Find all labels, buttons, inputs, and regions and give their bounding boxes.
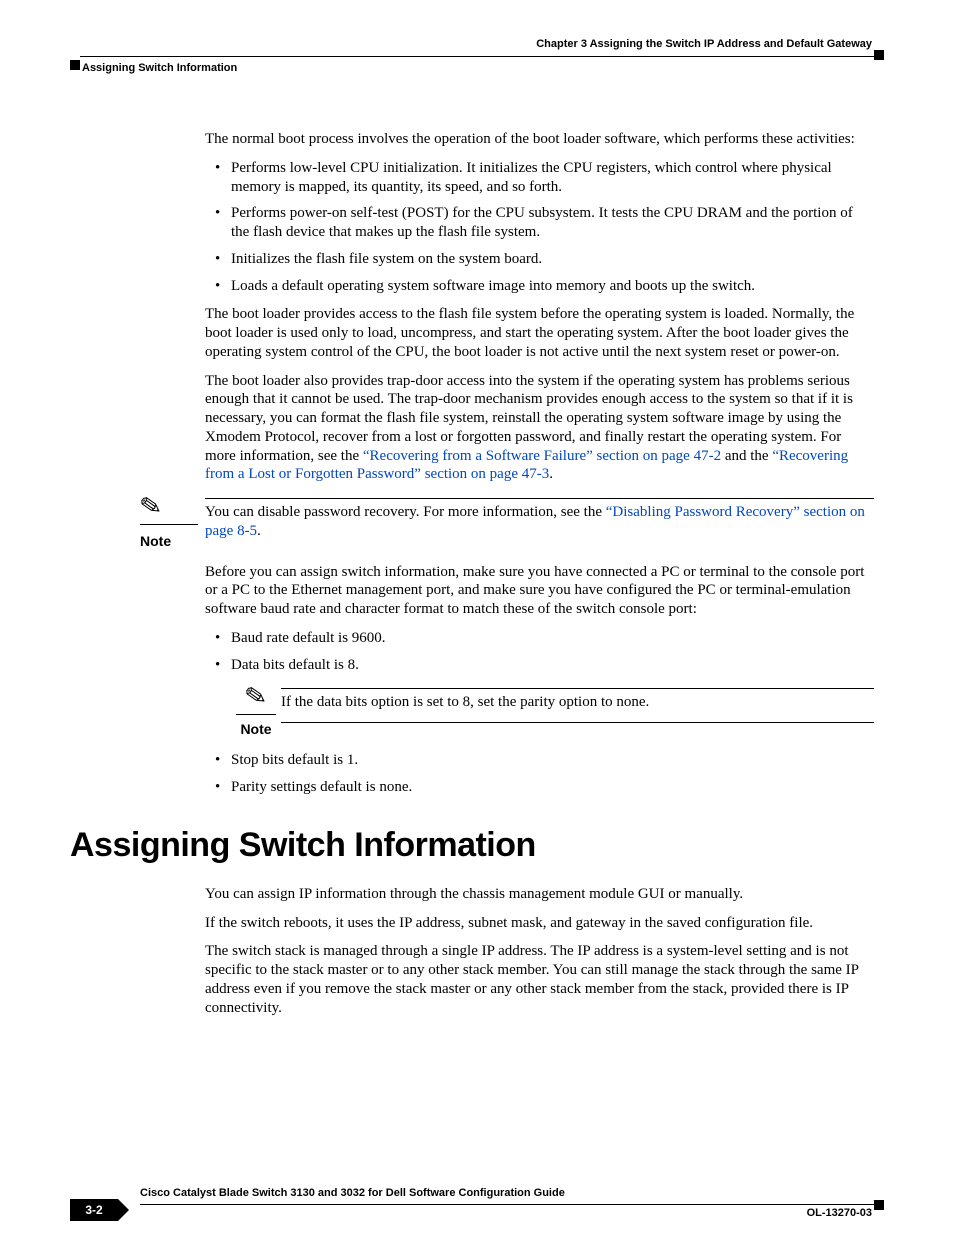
- bullet-list-settings-a: Baud rate default is 9600. Data bits def…: [205, 629, 874, 675]
- note-icon: ✎: [138, 492, 164, 521]
- bullet-item: Stop bits default is 1.: [205, 751, 874, 770]
- para-trapdoor: The boot loader also provides trap-door …: [205, 372, 874, 485]
- footer-rule: [140, 1204, 884, 1205]
- para-intro: The normal boot process involves the ope…: [205, 130, 874, 149]
- para-bootloader: The boot loader provides access to the f…: [205, 305, 874, 361]
- bullet-item: Performs low-level CPU initialization. I…: [205, 159, 874, 197]
- page-header: Chapter 3 Assigning the Switch IP Addres…: [70, 32, 884, 60]
- bullet-list-settings-b: Stop bits default is 1. Parity settings …: [205, 751, 874, 797]
- para: If the switch reboots, it uses the IP ad…: [205, 914, 874, 933]
- para: You can assign IP information through th…: [205, 885, 874, 904]
- para-prereq: Before you can assign switch information…: [205, 563, 874, 619]
- bullet-item: Baud rate default is 9600.: [205, 629, 874, 648]
- header-chapter: Chapter 3 Assigning the Switch IP Addres…: [536, 38, 872, 50]
- body-content: The normal boot process involves the ope…: [205, 130, 874, 1017]
- heading-assigning-switch-info: Assigning Switch Information: [70, 824, 874, 867]
- note-block: ✎ Note You can disable password recovery…: [140, 494, 874, 551]
- footer-doc-id: OL-13270-03: [807, 1207, 872, 1219]
- para: The switch stack is managed through a si…: [205, 942, 874, 1017]
- page-number-badge: 3-2: [70, 1199, 118, 1221]
- document-page: Chapter 3 Assigning the Switch IP Addres…: [0, 0, 954, 1235]
- note-label: Note: [140, 533, 171, 551]
- link-recover-failure[interactable]: “Recovering from a Software Failure” sec…: [363, 448, 721, 464]
- bullet-item: Data bits default is 8.: [205, 656, 874, 675]
- footer-title: Cisco Catalyst Blade Switch 3130 and 303…: [140, 1187, 565, 1199]
- note-icon: ✎: [243, 683, 269, 712]
- footer-end-marker: [874, 1200, 884, 1210]
- bullet-item: Initializes the flash file system on the…: [205, 250, 874, 269]
- header-end-marker: [874, 50, 884, 60]
- page-footer: Cisco Catalyst Blade Switch 3130 and 303…: [70, 1204, 884, 1205]
- bullet-item: Loads a default operating system softwar…: [205, 277, 874, 296]
- bullet-list-boot: Performs low-level CPU initialization. I…: [205, 159, 874, 296]
- note-text: If the data bits option is set to 8, set…: [281, 693, 874, 712]
- header-rule: [80, 56, 874, 57]
- bullet-item: Performs power-on self-test (POST) for t…: [205, 204, 874, 242]
- note-block-inner: ✎ Note If the data bits option is set to…: [231, 684, 874, 739]
- note-text: You can disable password recovery. For m…: [205, 503, 874, 541]
- bullet-item: Parity settings default is none.: [205, 778, 874, 797]
- note-label: Note: [240, 721, 271, 739]
- header-start-marker: [70, 60, 80, 70]
- header-section: Assigning Switch Information: [82, 62, 237, 74]
